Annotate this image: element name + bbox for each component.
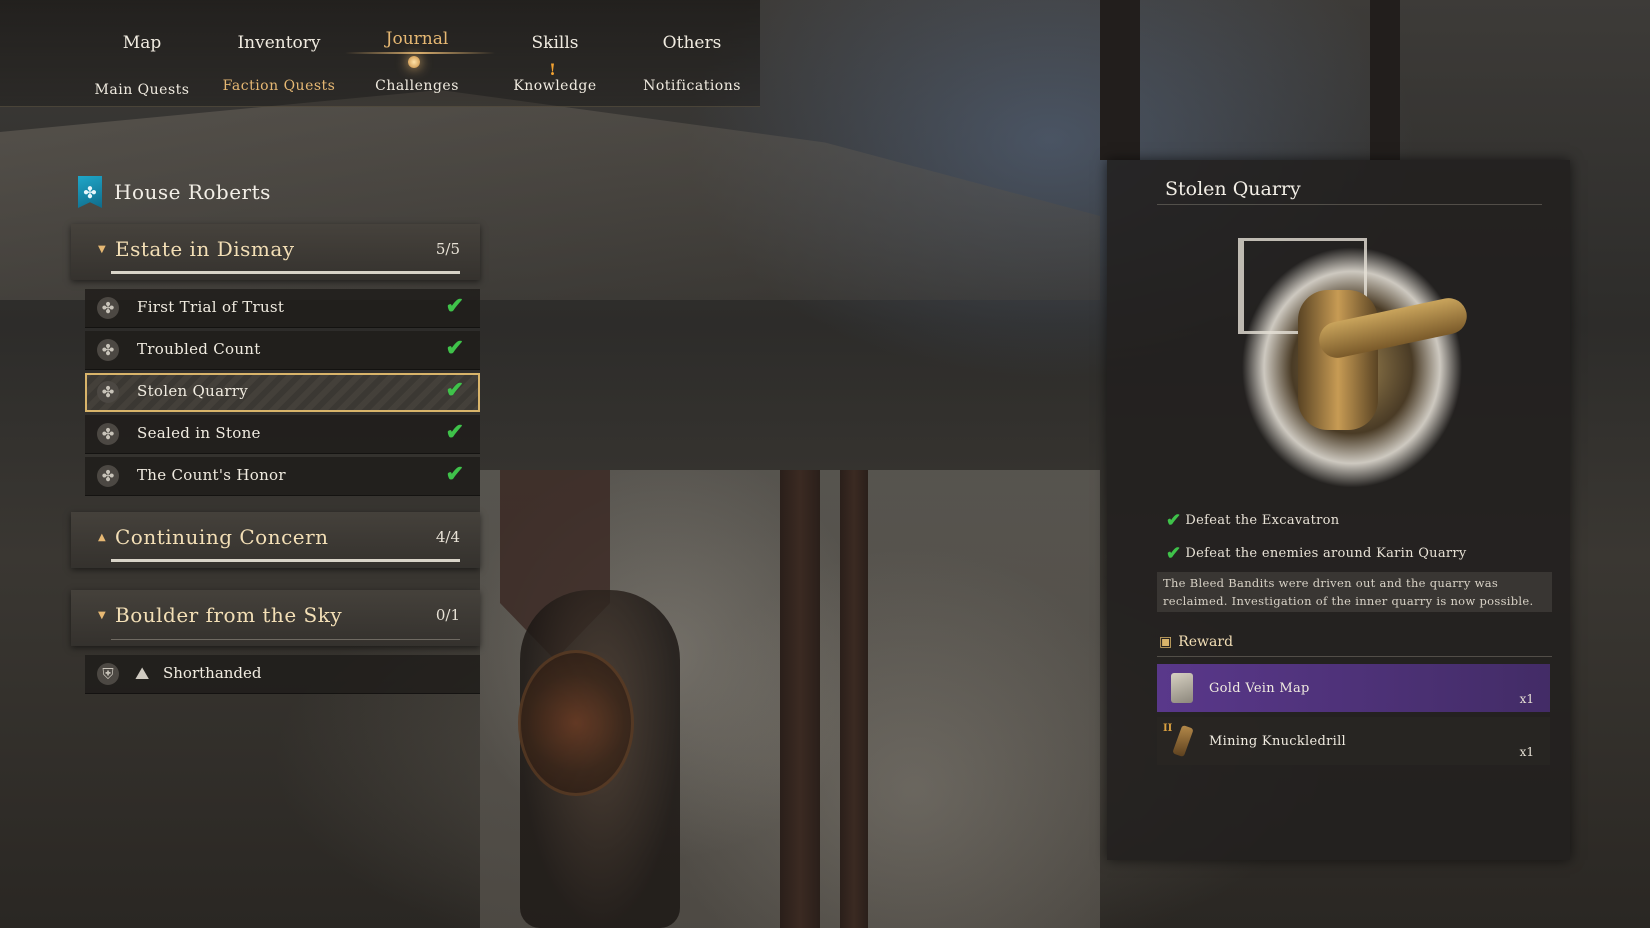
reward-label: Reward <box>1178 634 1234 650</box>
objective-text: Defeat the enemies around Karin Quarry <box>1185 546 1467 561</box>
subtab-challenges[interactable]: Challenges <box>347 78 487 94</box>
reward-name: Mining Knuckledrill <box>1209 734 1347 749</box>
reward-name: Gold Vein Map <box>1209 681 1310 696</box>
faction-banner-icon: ✤ <box>78 176 102 208</box>
journal-top-navigation: Map Inventory Journal Skills Others Main… <box>0 0 760 107</box>
quest-group-progress: 4/4 <box>435 528 460 546</box>
completed-check-icon: ✔ <box>445 419 464 445</box>
completed-check-icon: ✔ <box>445 335 464 361</box>
snowy-ground-background <box>480 470 1100 928</box>
tab-map[interactable]: Map <box>72 33 212 53</box>
subtab-main-quests[interactable]: Main Quests <box>72 82 212 98</box>
active-tab-indicator <box>345 52 495 54</box>
objective-check-icon: ✔ <box>1166 510 1182 531</box>
objective-item: ✔ Defeat the Excavatron <box>1166 510 1339 531</box>
reward-quantity: x1 <box>1519 692 1534 706</box>
quest-group-progress: 5/5 <box>435 240 460 258</box>
divider <box>1157 656 1552 657</box>
quest-group-title: Boulder from the Sky <box>115 603 343 627</box>
quest-item-shorthanded[interactable]: ⛨ ⛰ Shorthanded <box>85 655 480 694</box>
quest-name: Troubled Count <box>137 340 261 358</box>
tab-journal[interactable]: Journal <box>347 29 487 49</box>
illustration-robot-body <box>1298 290 1378 430</box>
faction-quest-icon: ✤ <box>97 339 119 361</box>
quest-description: The Bleed Bandits were driven out and th… <box>1157 572 1552 612</box>
quest-name: Shorthanded <box>163 664 262 682</box>
player-character <box>520 590 680 928</box>
tab-skills[interactable]: Skills <box>485 33 625 53</box>
tab-others[interactable]: Others <box>622 33 762 53</box>
subtab-faction-quests[interactable]: Faction Quests <box>209 78 349 94</box>
quest-name: First Trial of Trust <box>137 298 285 316</box>
completed-check-icon: ✔ <box>445 293 464 319</box>
quest-item-troubled-count[interactable]: ✤ Troubled Count ✔ <box>85 331 480 370</box>
shield-crest-icon: ⛨ <box>97 663 119 685</box>
tower-beam-background <box>1100 0 1140 160</box>
completed-check-icon: ✔ <box>445 377 464 403</box>
quest-group-progress-bar <box>111 271 460 274</box>
reward-quantity: x1 <box>1519 745 1534 759</box>
active-tab-gem-icon <box>408 56 420 68</box>
quest-group-continuing-concern[interactable]: ▲ Continuing Concern 4/4 <box>71 512 480 568</box>
objective-check-icon: ✔ <box>1166 543 1182 564</box>
quest-group-progress-bar <box>111 559 460 562</box>
reward-item-mining-knuckledrill[interactable]: II Mining Knuckledrill x1 <box>1157 717 1550 765</box>
faction-quest-icon: ✤ <box>97 381 119 403</box>
tower-beam-background <box>1370 0 1400 160</box>
map-scroll-icon <box>1171 673 1193 703</box>
quest-group-estate-in-dismay[interactable]: ▼ Estate in Dismay 5/5 <box>71 224 480 280</box>
quest-item-sealed-in-stone[interactable]: ✤ Sealed in Stone ✔ <box>85 415 480 454</box>
quest-group-progress: 0/1 <box>435 606 460 624</box>
quest-name: Sealed in Stone <box>137 424 261 442</box>
faction-title: House Roberts <box>114 180 271 204</box>
quest-group-title: Estate in Dismay <box>115 237 295 261</box>
quest-item-first-trial-of-trust[interactable]: ✤ First Trial of Trust ✔ <box>85 289 480 328</box>
item-tier-badge: II <box>1163 723 1173 734</box>
quest-group-boulder-from-the-sky[interactable]: ▼ Boulder from the Sky 0/1 <box>71 590 480 646</box>
collapse-caret-icon: ▼ <box>98 244 106 255</box>
player-shield <box>518 650 634 796</box>
hanging-banner-background <box>500 470 610 660</box>
faction-quest-icon: ✤ <box>97 297 119 319</box>
expand-caret-icon: ▲ <box>98 532 106 543</box>
quest-group-progress-bar <box>111 639 460 640</box>
wooden-pillar-background <box>840 470 868 928</box>
quest-group-title: Continuing Concern <box>115 525 329 549</box>
subtab-knowledge[interactable]: Knowledge <box>485 78 625 94</box>
faction-quest-icon: ✤ <box>97 423 119 445</box>
collapse-caret-icon: ▼ <box>98 610 106 621</box>
reward-header: ▣ Reward <box>1159 634 1233 650</box>
quest-illustration-excavatron <box>1208 220 1496 488</box>
objective-text: Defeat the Excavatron <box>1185 513 1340 528</box>
quest-name: The Count's Honor <box>137 466 286 484</box>
treasure-chest-icon: ▣ <box>1159 634 1173 650</box>
quest-item-stolen-quarry[interactable]: ✤ Stolen Quarry ✔ <box>85 373 480 412</box>
quest-item-the-counts-honor[interactable]: ✤ The Count's Honor ✔ <box>85 457 480 496</box>
knowledge-alert-icon: ! <box>549 60 557 79</box>
quest-name: Stolen Quarry <box>137 382 249 400</box>
reward-item-gold-vein-map[interactable]: Gold Vein Map x1 <box>1157 664 1550 712</box>
objective-item: ✔ Defeat the enemies around Karin Quarry <box>1166 543 1467 564</box>
quest-detail-title: Stolen Quarry <box>1165 178 1301 200</box>
subtab-notifications[interactable]: Notifications <box>622 78 762 94</box>
wooden-pillar-background <box>780 470 820 928</box>
divider <box>1157 204 1542 205</box>
tab-inventory[interactable]: Inventory <box>209 33 349 53</box>
mountain-quest-icon: ⛰ <box>135 664 150 684</box>
faction-header: ✤ House Roberts <box>78 174 271 210</box>
completed-check-icon: ✔ <box>445 461 464 487</box>
knuckledrill-icon <box>1172 724 1194 758</box>
faction-quest-icon: ✤ <box>97 465 119 487</box>
